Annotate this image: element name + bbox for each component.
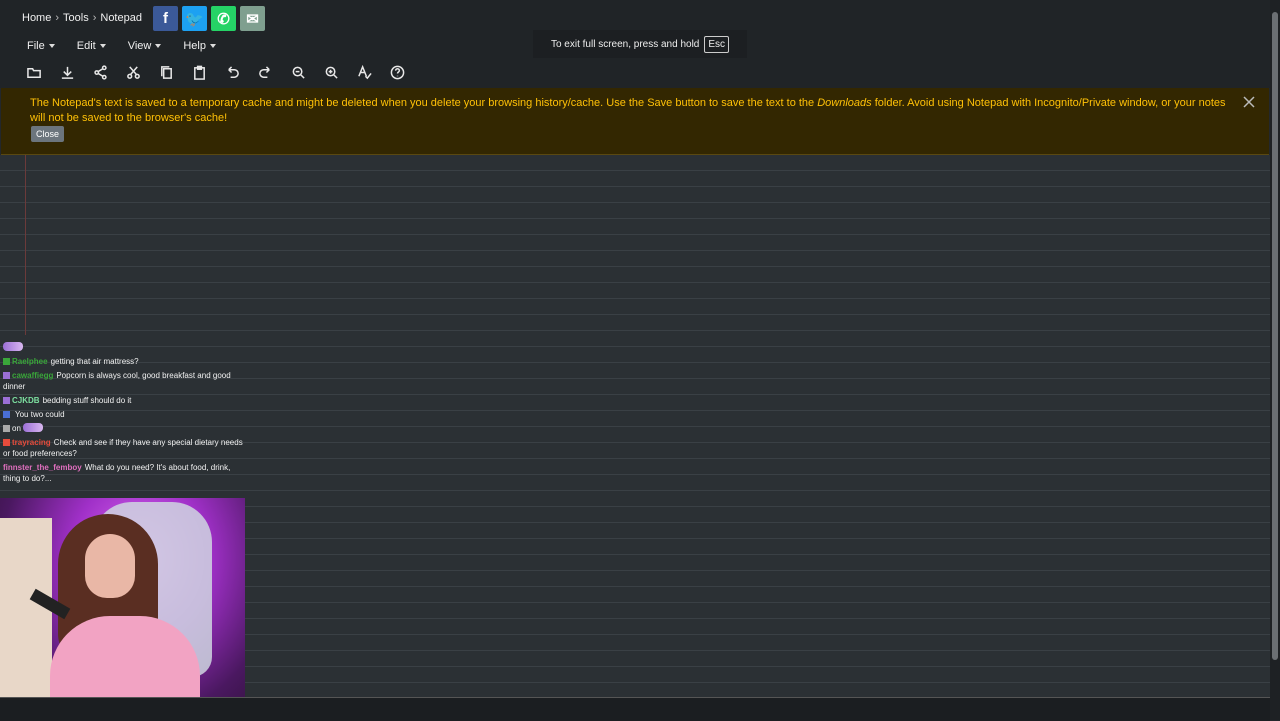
- emote-icon: [23, 423, 44, 432]
- undo-button[interactable]: [225, 63, 258, 81]
- share-icon: [94, 64, 107, 80]
- redo-icon: [259, 65, 270, 78]
- alert-text-part: The Notepad's text is saved to a tempora…: [30, 97, 818, 109]
- menu-edit[interactable]: Edit: [77, 40, 106, 52]
- cut-icon: [127, 65, 140, 79]
- caret-down-icon: [209, 44, 216, 48]
- zoom-in-button[interactable]: [324, 63, 357, 81]
- badge-icon: [3, 425, 10, 432]
- whatsapp-share-button[interactable]: ✆: [211, 6, 236, 31]
- bottom-status-bar: [0, 697, 1270, 721]
- spellcheck-button[interactable]: [357, 63, 390, 81]
- chat-text: You two could: [15, 410, 65, 419]
- toolbar: [27, 63, 423, 81]
- twitter-icon: 🐦: [185, 10, 204, 28]
- webcam-background-shelf: [0, 518, 52, 718]
- menu-edit-label: Edit: [76, 40, 96, 52]
- badge-icon: [3, 397, 10, 404]
- badge-icon: [3, 372, 10, 379]
- breadcrumb: Home › Tools › Notepad: [22, 12, 142, 24]
- cache-warning-alert: The Notepad's text is saved to a tempora…: [1, 88, 1269, 155]
- alert-message: The Notepad's text is saved to a tempora…: [30, 96, 1230, 126]
- chat-message: finnster_the_femboy What do you need? It'…: [3, 462, 245, 484]
- badge-icon: [3, 411, 10, 418]
- menu-view[interactable]: View: [128, 40, 162, 52]
- open-icon: [27, 67, 41, 78]
- redo-button[interactable]: [258, 63, 291, 81]
- menu-bar: File Edit View Help: [27, 40, 238, 52]
- zoom-out-button[interactable]: [291, 63, 324, 81]
- undo-icon: [228, 65, 239, 78]
- chat-message: on: [3, 423, 245, 434]
- margin-line: [25, 155, 26, 335]
- chat-message: You two could: [3, 409, 245, 420]
- zoom-in-icon: [325, 66, 338, 79]
- chat-nick: CJKDB: [12, 396, 40, 405]
- chat-nick: cawaffiegg: [12, 371, 54, 380]
- fullscreen-toast: To exit full screen, press and hold Esc: [533, 30, 747, 58]
- copy-button[interactable]: [159, 63, 192, 81]
- caret-down-icon: [48, 44, 55, 48]
- facebook-icon: f: [163, 10, 168, 27]
- chat-nick: trayracing: [12, 438, 51, 447]
- chat-nick: finnster_the_femboy: [3, 463, 82, 472]
- webcam-person-face: [85, 534, 135, 598]
- chat-nick: Raelphee: [12, 357, 48, 366]
- breadcrumb-current: Notepad: [100, 12, 142, 24]
- breadcrumb-separator: ›: [92, 12, 97, 24]
- chat-text: on: [12, 424, 21, 433]
- share-buttons: f 🐦 ✆ ✉: [153, 6, 265, 31]
- menu-help-label: Help: [183, 40, 206, 52]
- download-icon: [61, 66, 74, 79]
- chat-emote-row: [3, 342, 245, 353]
- breadcrumb-home[interactable]: Home: [22, 12, 51, 24]
- email-icon: ✉: [246, 10, 259, 28]
- page-scrollbar[interactable]: [1270, 0, 1280, 720]
- badge-icon: [3, 358, 10, 365]
- caret-down-icon: [99, 44, 106, 48]
- alert-emphasis: Downloads: [817, 97, 872, 109]
- breadcrumb-separator: ›: [55, 12, 60, 24]
- help-icon: [390, 65, 405, 79]
- share-button[interactable]: [93, 63, 126, 81]
- email-share-button[interactable]: ✉: [240, 6, 265, 31]
- menu-file[interactable]: File: [27, 40, 55, 52]
- chat-message: Raelphee getting that air mattress?: [3, 356, 245, 367]
- help-button[interactable]: [390, 63, 423, 81]
- paste-icon: [194, 65, 205, 80]
- cut-button[interactable]: [126, 63, 159, 81]
- zoom-out-icon: [292, 66, 305, 79]
- copy-icon: [161, 65, 172, 79]
- download-button[interactable]: [60, 63, 93, 81]
- chat-text: bedding stuff should do it: [42, 396, 132, 405]
- badge-icon: [3, 439, 10, 446]
- webcam-overlay: [0, 498, 245, 720]
- twitter-share-button[interactable]: 🐦: [182, 6, 207, 31]
- emote-icon: [3, 342, 23, 351]
- fullscreen-toast-text: To exit full screen, press and hold: [550, 38, 700, 50]
- chat-message: cawaffiegg Popcorn is always cool, good b…: [3, 370, 245, 392]
- esc-key: Esc: [704, 35, 730, 53]
- caret-down-icon: [155, 44, 162, 48]
- scrollbar-thumb[interactable]: [1272, 12, 1278, 660]
- menu-view-label: View: [127, 40, 152, 52]
- facebook-share-button[interactable]: f: [153, 6, 178, 31]
- open-button[interactable]: [27, 63, 60, 81]
- stream-chat-overlay: Raelphee getting that air mattress? cawaf…: [0, 342, 245, 487]
- menu-file-label: File: [27, 40, 45, 52]
- breadcrumb-tools[interactable]: Tools: [63, 12, 89, 24]
- spellcheck-icon: [358, 64, 372, 79]
- alert-close-button[interactable]: Close: [31, 126, 65, 142]
- chat-message: CJKDB bedding stuff should do it: [3, 395, 245, 406]
- chat-message: trayracing Check and see if they have any…: [3, 437, 245, 459]
- paste-button[interactable]: [192, 63, 225, 81]
- whatsapp-icon: ✆: [217, 10, 230, 28]
- alert-dismiss-icon[interactable]: [1243, 96, 1255, 108]
- menu-help[interactable]: Help: [183, 40, 216, 52]
- chat-text: getting that air mattress?: [50, 357, 139, 366]
